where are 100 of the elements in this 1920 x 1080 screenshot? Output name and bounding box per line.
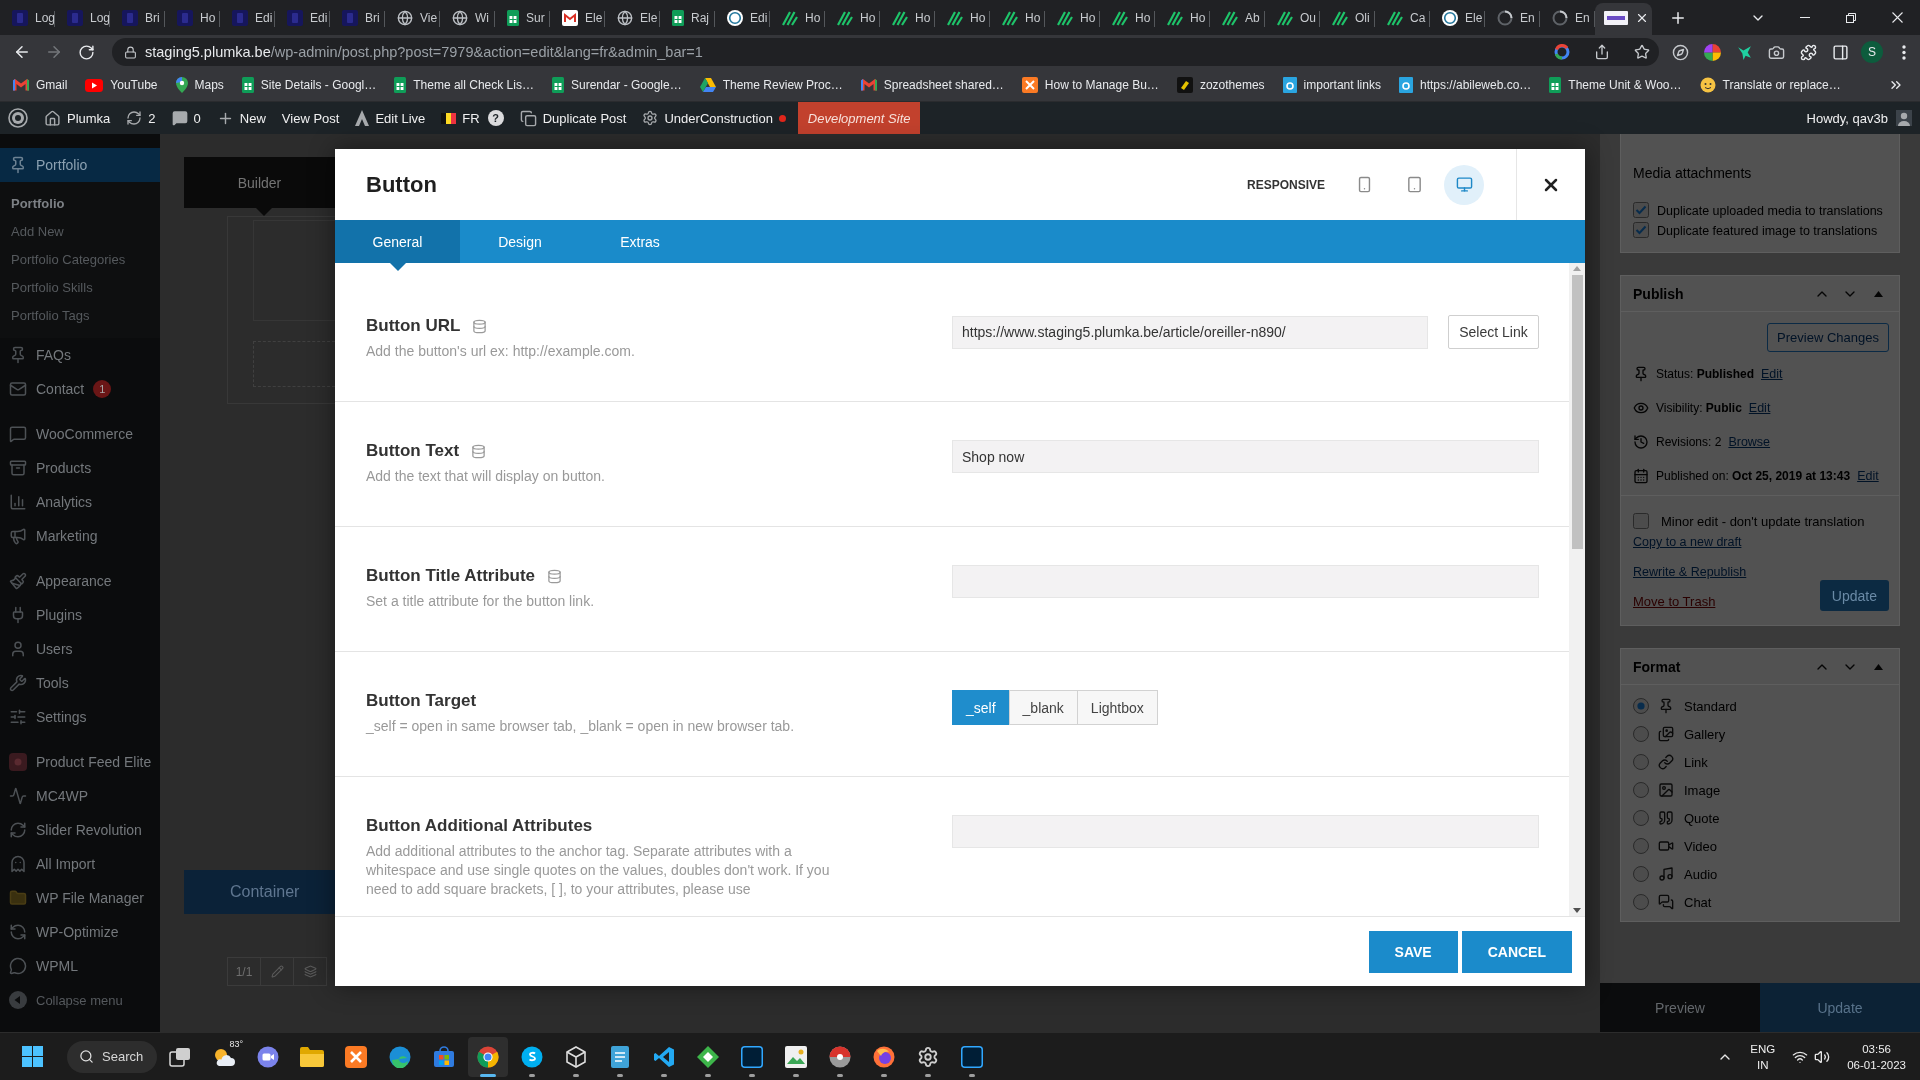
comments-link[interactable]: 0 (163, 102, 209, 134)
database-icon[interactable] (547, 568, 563, 584)
menu-item[interactable]: Settings (0, 700, 160, 734)
radio-button[interactable] (1633, 838, 1649, 854)
checkbox[interactable] (1633, 222, 1649, 238)
browser-tab[interactable]: En (1540, 3, 1595, 35)
profile-avatar[interactable]: S (1861, 41, 1883, 63)
browser-tab[interactable]: Ho (1100, 3, 1155, 35)
browser-tab[interactable]: En (1485, 3, 1540, 35)
browser-tab[interactable]: Ele (550, 3, 605, 35)
bookmark-link[interactable]: https://abileweb.co… (1392, 71, 1538, 99)
browser-tab[interactable]: Sur (495, 3, 550, 35)
bookmark-link[interactable]: Maps (169, 71, 230, 99)
menu-item[interactable]: Contact 1 (0, 372, 160, 406)
bookmark-link[interactable]: Gmail (7, 71, 74, 99)
target-option[interactable]: Lightbox (1076, 690, 1158, 725)
address-field[interactable]: staging5.plumka.be/wp-admin/post.php?post=7979&action=edit&lang=fr&admin_bar=1 (112, 38, 1659, 66)
radio-button[interactable] (1633, 726, 1649, 742)
cancel-button[interactable]: CANCEL (1461, 930, 1572, 973)
menu-item[interactable]: WP File Manager (0, 881, 160, 915)
browser-tab[interactable]: Ho (825, 3, 880, 35)
browser-tab[interactable]: Ho (165, 3, 220, 35)
account-link[interactable]: Howdy, qav3b (1798, 102, 1920, 134)
menu-item[interactable]: Portfolio (0, 148, 160, 182)
menu-item[interactable]: Marketing (0, 519, 160, 553)
bookmark-link[interactable]: Theme all Check Lis… (388, 71, 540, 99)
menu-item[interactable]: WooCommerce (0, 417, 160, 451)
environment-badge[interactable]: Development Site (797, 102, 921, 134)
browser-tab[interactable]: Log (55, 3, 110, 35)
duplicate-post-link[interactable]: Duplicate Post (511, 102, 635, 134)
menu-item[interactable]: Users (0, 632, 160, 666)
new-link[interactable]: New (208, 102, 274, 134)
taskbar-app[interactable]: 83° (204, 1036, 244, 1077)
input-field[interactable] (952, 815, 1539, 848)
clock-button[interactable]: 03:56 06-01-2023 (1841, 1036, 1912, 1077)
radio-button[interactable] (1633, 754, 1649, 770)
bookmark-link[interactable]: How to Manage Bu… (1015, 71, 1165, 99)
browser-tab[interactable]: Ab (1210, 3, 1265, 35)
browser-tab[interactable] (1595, 3, 1652, 35)
menu-item[interactable]: WP-Optimize (0, 915, 160, 949)
view-post-link[interactable]: View Post (273, 102, 348, 134)
target-option[interactable]: _self (952, 690, 1010, 725)
menu-item[interactable]: All Import (0, 847, 160, 881)
menu-item[interactable]: Products (0, 451, 160, 485)
menu-item[interactable]: Product Feed Elite (0, 745, 160, 779)
menu-item[interactable]: Tools (0, 666, 160, 700)
tab[interactable]: Extras (580, 220, 700, 263)
radio-button[interactable] (1633, 782, 1649, 798)
browser-tab[interactable]: Raj (660, 3, 715, 35)
save-button[interactable]: SAVE (1368, 930, 1458, 973)
database-icon[interactable] (471, 443, 487, 459)
database-icon[interactable] (472, 318, 488, 334)
bookmark-link[interactable]: Theme Review Proc… (693, 71, 849, 99)
browser-tab[interactable]: Ho (990, 3, 1045, 35)
browser-tab[interactable]: Ou (1265, 3, 1320, 35)
browser-tab[interactable]: Vie (385, 3, 440, 35)
browser-tab[interactable]: Ho (880, 3, 935, 35)
menu-item[interactable]: Plugins (0, 598, 160, 632)
url-field[interactable]: https://www.staging5.plumka.be/article/oreiller-n890/ (952, 315, 1428, 349)
browser-tab[interactable]: Ele (1430, 3, 1485, 35)
browser-tab[interactable]: Ho (1155, 3, 1210, 35)
input-field[interactable] (952, 565, 1539, 598)
radio-button[interactable] (1633, 810, 1649, 826)
update-button[interactable]: Update (1819, 580, 1889, 611)
browser-tab[interactable]: Ho (935, 3, 990, 35)
browser-tab[interactable]: Ca (1375, 3, 1430, 35)
browser-tab[interactable]: Ho (1045, 3, 1100, 35)
tab[interactable]: General (335, 220, 460, 263)
menu-item[interactable]: Slider Revolution (0, 813, 160, 847)
select-link-button[interactable]: Select Link (1448, 315, 1539, 349)
menu-item[interactable]: Analytics (0, 485, 160, 519)
bookmark-link[interactable]: Theme Unit & Woo… (1543, 71, 1688, 99)
browser-tab[interactable]: Edi (220, 3, 275, 35)
language-link[interactable]: FR (433, 102, 488, 134)
browser-tab[interactable]: Oli (1320, 3, 1375, 35)
radio-button[interactable] (1633, 698, 1649, 714)
menu-item[interactable]: MC4WP (0, 779, 160, 813)
browser-tab[interactable]: Log (0, 3, 55, 35)
tab[interactable]: Design (460, 220, 580, 263)
help-badge[interactable]: ? (487, 110, 504, 126)
taskbar-app[interactable] (468, 1036, 508, 1077)
radio-button[interactable] (1633, 866, 1649, 882)
bookmark-link[interactable]: Spreadsheet shared… (854, 71, 1010, 99)
bookmark-link[interactable]: Translate or replace… (1693, 71, 1847, 99)
site-link[interactable]: Plumka (36, 102, 119, 134)
browser-tab[interactable]: Edi (715, 3, 770, 35)
browser-tab[interactable]: Bri (110, 3, 165, 35)
device-button[interactable] (1444, 164, 1484, 205)
bookmark-link[interactable]: Site Details - Googl… (235, 71, 383, 99)
language-button[interactable]: ENG IN (1744, 1036, 1782, 1077)
bookmark-link[interactable]: zozothemes (1170, 71, 1271, 99)
input-field[interactable]: Shop now (952, 440, 1539, 473)
browser-tab[interactable]: Ho (770, 3, 825, 35)
bookmark-link[interactable]: YouTube (79, 71, 164, 99)
browser-tab[interactable]: Bri (330, 3, 385, 35)
checkbox[interactable] (1633, 202, 1649, 218)
search-button[interactable]: Search (67, 1040, 157, 1073)
checkbox[interactable] (1633, 513, 1649, 529)
maintenance-link[interactable]: UnderConstruction (634, 102, 794, 134)
menu-item[interactable]: WPML (0, 949, 160, 983)
